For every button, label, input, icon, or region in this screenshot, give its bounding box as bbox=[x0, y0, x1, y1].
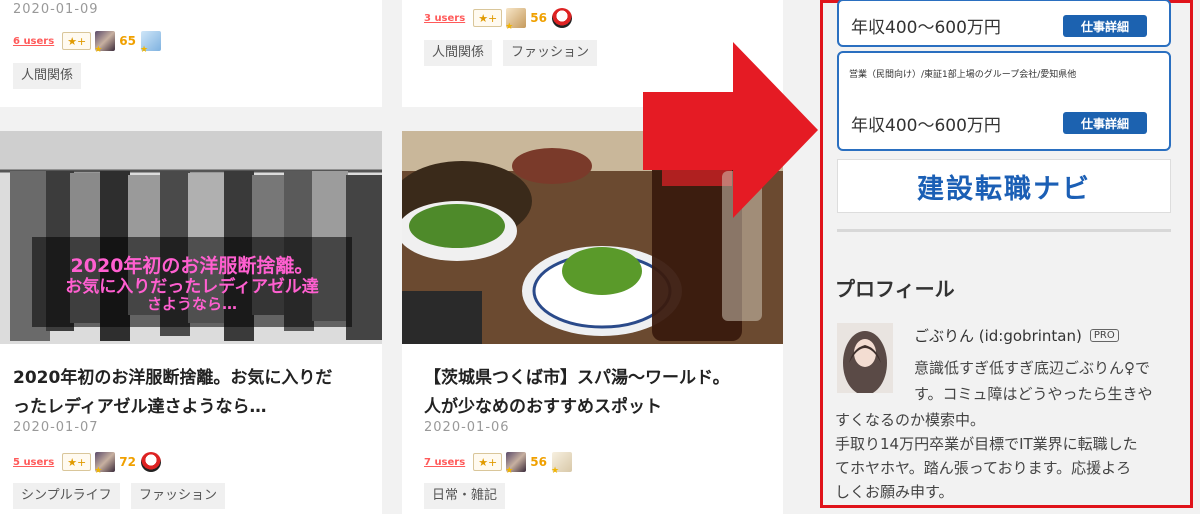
profile-name-text[interactable]: ごぶりん (id:gobrintan) bbox=[914, 325, 1082, 346]
profile-avatar[interactable] bbox=[837, 323, 893, 393]
thumbnail-overlay-line: さようなら… bbox=[146, 295, 237, 313]
entry-title-line[interactable]: ったレディアゼル達さようなら… bbox=[13, 393, 266, 422]
bookmark-meta: 3 users ★+ ★ 56 bbox=[424, 7, 576, 32]
job-salary: 年収400〜600万円 bbox=[851, 116, 1001, 136]
add-star-button[interactable]: ★+ bbox=[62, 453, 92, 471]
section-divider bbox=[837, 229, 1171, 232]
category-tag[interactable]: シンプルライフ bbox=[13, 483, 120, 509]
job-heading: 営業（民間向け）/東証1部上場のグループ会社/愛知県他 bbox=[849, 70, 1077, 80]
profile-bio-line: 意識低すぎ低すぎ底辺ごぶりん♀で bbox=[914, 359, 1150, 377]
profile-photo bbox=[837, 323, 893, 393]
profile-bio-line: てホヤホヤ。踏ん張っております。応援よろ bbox=[835, 459, 1132, 477]
star-user-avatar[interactable]: ★ bbox=[505, 8, 527, 32]
bookmark-meta: 5 users ★+ ★ 72 bbox=[13, 451, 165, 476]
profile-bio-line: す。コミュ障はどうやったら生きや bbox=[914, 385, 1153, 403]
entry-date: 2020-01-09 bbox=[13, 2, 99, 17]
pro-badge: PRO bbox=[1089, 329, 1119, 342]
category-tag[interactable]: ファッション bbox=[131, 483, 226, 509]
entry-thumbnail[interactable]: 2020年初のお洋服断捨離。 お気に入りだったレディアゼル達 さようなら… bbox=[0, 131, 382, 344]
star-count: 72 bbox=[119, 455, 136, 469]
job-ad-card[interactable]: 営業（民間向け）/東証1部上場のグループ会社/愛知県他 年収400〜600万円 … bbox=[837, 51, 1171, 151]
star-user-avatar[interactable]: ★ bbox=[94, 452, 116, 476]
add-star-button[interactable]: ★+ bbox=[473, 9, 503, 27]
entry-title-line[interactable]: 【茨城県つくば市】スパ湯〜ワールド。 bbox=[424, 364, 730, 393]
bookmark-users-link[interactable]: 5 users bbox=[13, 457, 54, 468]
job-detail-button[interactable]: 仕事詳細 bbox=[1063, 15, 1147, 37]
star-icon: ★ bbox=[94, 45, 103, 55]
star-icon: ★ bbox=[505, 466, 514, 476]
red-arrow-annotation bbox=[643, 42, 818, 218]
profile-name[interactable]: ごぶりん (id:gobrintan) PRO bbox=[914, 325, 1119, 346]
star-user-avatar[interactable] bbox=[551, 8, 572, 28]
star-user-avatar[interactable]: ★ bbox=[94, 31, 116, 55]
category-tag[interactable]: ファッション bbox=[503, 40, 598, 66]
category-tag[interactable]: 人間関係 bbox=[13, 63, 82, 89]
entry-title-line[interactable]: 人が少なめのおすすめスポット bbox=[424, 393, 662, 422]
job-salary: 年収400〜600万円 bbox=[851, 18, 1001, 38]
bookmark-users-link[interactable]: 3 users bbox=[424, 13, 465, 24]
star-user-avatar[interactable] bbox=[140, 452, 161, 472]
star-icon: ★ bbox=[139, 45, 149, 55]
entry-card-top-left[interactable]: 2020-01-09 6 users ★+ ★ 65 ★ 人間関係 bbox=[0, 0, 382, 107]
entry-card-clothes[interactable]: 2020年初のお洋服断捨離。 お気に入りだったレディアゼル達 さようなら… 20… bbox=[0, 131, 382, 514]
star-user-avatar[interactable]: ★ bbox=[505, 452, 527, 476]
star-user-avatar[interactable]: ★ bbox=[551, 452, 572, 476]
star-icon: ★ bbox=[94, 466, 103, 476]
add-star-button[interactable]: ★+ bbox=[473, 453, 503, 471]
profile-heading: プロフィール bbox=[835, 277, 955, 301]
job-ad-card[interactable]: 年収400〜600万円 仕事詳細 bbox=[837, 0, 1171, 47]
ad-banner[interactable]: 建設転職ナビ bbox=[837, 159, 1171, 213]
sidebar-highlight-box: 年収400〜600万円 仕事詳細 営業（民間向け）/東証1部上場のグループ会社/… bbox=[820, 0, 1193, 508]
bookmark-meta: 6 users ★+ ★ 65 ★ bbox=[13, 30, 165, 55]
entry-title-line[interactable]: 2020年初のお洋服断捨離。お気に入りだ bbox=[13, 364, 332, 393]
star-count: 56 bbox=[530, 455, 547, 469]
star-user-avatar[interactable]: ★ bbox=[140, 31, 161, 55]
star-count: 65 bbox=[119, 34, 136, 48]
job-detail-button[interactable]: 仕事詳細 bbox=[1063, 112, 1147, 134]
profile-bio-line: 手取り14万円卒業が目標でIT業界に転職した bbox=[835, 435, 1138, 453]
add-star-button[interactable]: ★+ bbox=[62, 32, 92, 50]
category-tag[interactable]: 人間関係 bbox=[424, 40, 493, 66]
star-icon: ★ bbox=[505, 22, 514, 32]
profile-bio-line: しくお願み申す。 bbox=[835, 483, 954, 501]
category-tag[interactable]: 日常・雑記 bbox=[424, 483, 506, 509]
bookmark-users-link[interactable]: 7 users bbox=[424, 457, 465, 468]
bookmark-meta: 7 users ★+ ★ 56 ★ bbox=[424, 451, 576, 476]
star-count: 56 bbox=[530, 11, 547, 25]
entry-date: 2020-01-07 bbox=[13, 420, 99, 435]
bookmark-users-link[interactable]: 6 users bbox=[13, 36, 54, 47]
profile-bio-line: すくなるのか模索中。 bbox=[835, 411, 986, 429]
star-icon: ★ bbox=[550, 466, 560, 476]
entry-date: 2020-01-06 bbox=[424, 420, 510, 435]
